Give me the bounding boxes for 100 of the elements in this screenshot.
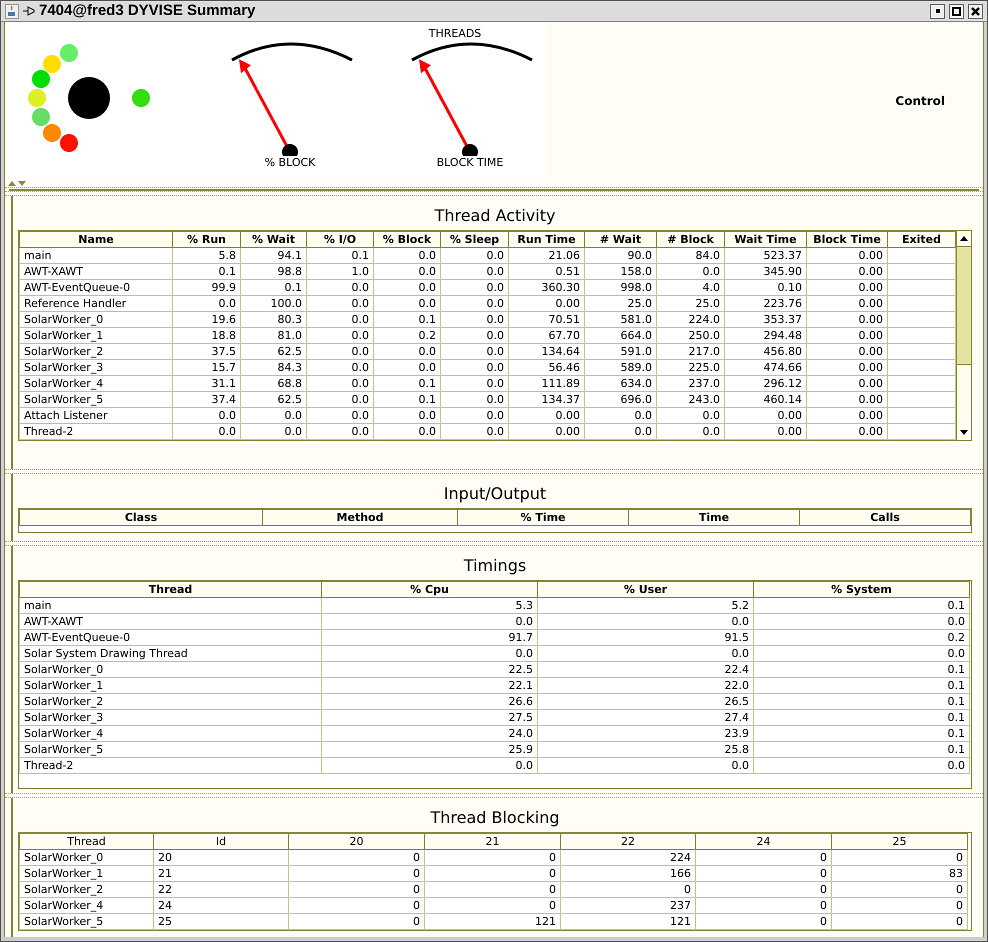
- table-cell: 80.3: [240, 312, 306, 328]
- column-header[interactable]: % Cpu: [322, 582, 538, 598]
- column-header[interactable]: # Wait: [584, 232, 656, 248]
- table-cell: 0: [832, 882, 968, 898]
- table-cell: 111.89: [508, 376, 584, 392]
- table-cell: SolarWorker_1: [20, 328, 172, 344]
- column-header[interactable]: 24: [696, 834, 832, 850]
- table-cell: main: [20, 598, 322, 614]
- table-cell: SolarWorker_4: [20, 898, 154, 914]
- column-header[interactable]: Method: [262, 510, 458, 526]
- scroll-down-icon[interactable]: [960, 430, 968, 435]
- table-cell: 0: [424, 850, 560, 866]
- table-cell: 134.37: [508, 392, 584, 408]
- table-cell: 0.0: [538, 614, 754, 630]
- table-cell: 22: [154, 882, 288, 898]
- column-header[interactable]: % I/O: [306, 232, 374, 248]
- table-cell: 0.0: [538, 646, 754, 662]
- scrollbar[interactable]: [956, 231, 971, 440]
- table-cell: 0.0: [754, 758, 970, 774]
- table-cell: 21.06: [508, 248, 584, 264]
- table-cell: 223.76: [724, 296, 806, 312]
- maximize-icon[interactable]: [949, 4, 964, 18]
- table-cell: 0.00: [806, 392, 888, 408]
- table-cell: 0.00: [806, 376, 888, 392]
- table-cell: 0.0: [584, 424, 656, 440]
- table-cell: 24.0: [322, 726, 538, 742]
- column-header[interactable]: % User: [538, 582, 754, 598]
- table-cell: 0.0: [322, 614, 538, 630]
- table-cell: 67.70: [508, 328, 584, 344]
- table-cell: 237: [560, 898, 696, 914]
- gauges-title: THREADS: [428, 27, 482, 40]
- table-cell: 0.0: [656, 264, 724, 280]
- table-cell: 0.0: [306, 312, 374, 328]
- table-cell: 0.0: [440, 280, 508, 296]
- column-header[interactable]: 22: [560, 834, 696, 850]
- column-header[interactable]: 20: [288, 834, 424, 850]
- column-header[interactable]: Run Time: [508, 232, 584, 248]
- table-cell: 0.00: [724, 424, 806, 440]
- table-cell: 0.0: [240, 424, 306, 440]
- table-cell: 0.1: [754, 710, 970, 726]
- table-cell: 0.00: [806, 328, 888, 344]
- table-cell: 37.4: [172, 392, 240, 408]
- column-header[interactable]: Thread: [20, 834, 154, 850]
- table-cell: 99.9: [172, 280, 240, 296]
- table-cell: 0.0: [440, 424, 508, 440]
- table-cell: AWT-EventQueue-0: [20, 630, 322, 646]
- table-cell: 0.1: [374, 312, 440, 328]
- table-cell: 25.0: [584, 296, 656, 312]
- column-header[interactable]: % Wait: [240, 232, 306, 248]
- table-cell: 24: [154, 898, 288, 914]
- table-cell: [888, 344, 956, 360]
- column-header[interactable]: 25: [832, 834, 968, 850]
- scroll-up-icon[interactable]: [960, 236, 968, 241]
- column-header[interactable]: # Block: [656, 232, 724, 248]
- table-cell: 22.0: [538, 678, 754, 694]
- column-header[interactable]: 21: [424, 834, 560, 850]
- close-icon[interactable]: [968, 4, 983, 18]
- column-header[interactable]: % Block: [374, 232, 440, 248]
- column-header[interactable]: Class: [20, 510, 262, 526]
- table-cell: Attach Listener: [20, 408, 172, 424]
- table-cell: 0.1: [374, 392, 440, 408]
- table-cell: 5.3: [322, 598, 538, 614]
- table-cell: 37.5: [172, 344, 240, 360]
- column-header[interactable]: % Run: [172, 232, 240, 248]
- table-cell: 0.0: [374, 408, 440, 424]
- table-cell: 0.0: [440, 408, 508, 424]
- gauge-label: BLOCK TIME: [436, 156, 504, 169]
- column-header[interactable]: Wait Time: [724, 232, 806, 248]
- column-header[interactable]: Block Time: [806, 232, 888, 248]
- column-header[interactable]: Name: [20, 232, 172, 248]
- table-cell: 0.1: [240, 280, 306, 296]
- table-cell: 62.5: [240, 392, 306, 408]
- table-cell: 0: [832, 914, 968, 930]
- column-header[interactable]: Thread: [20, 582, 322, 598]
- table-cell: Thread-2: [20, 424, 172, 440]
- column-header[interactable]: Time: [628, 510, 800, 526]
- table-cell: AWT-XAWT: [20, 614, 322, 630]
- table-cell: 998.0: [584, 280, 656, 296]
- table-cell: 27.5: [322, 710, 538, 726]
- column-header[interactable]: % System: [754, 582, 970, 598]
- table-cell: 0.0: [440, 248, 508, 264]
- table-cell: 0.00: [806, 424, 888, 440]
- table-cell: 0.1: [306, 248, 374, 264]
- table-cell: 0.0: [306, 424, 374, 440]
- section-title: Thread Activity: [434, 206, 556, 226]
- table-cell: 5.8: [172, 248, 240, 264]
- table-cell: 0: [424, 882, 560, 898]
- table-cell: 0.0: [306, 408, 374, 424]
- column-header[interactable]: % Time: [458, 510, 628, 526]
- table-cell: 0: [696, 898, 832, 914]
- column-header[interactable]: % Sleep: [440, 232, 508, 248]
- column-header[interactable]: Calls: [800, 510, 970, 526]
- table-cell: 0.0: [306, 360, 374, 376]
- table-cell: 456.80: [724, 344, 806, 360]
- column-header[interactable]: Id: [154, 834, 288, 850]
- table-cell: 5.2: [538, 598, 754, 614]
- minimize-icon[interactable]: [930, 4, 945, 18]
- table-cell: 0: [696, 866, 832, 882]
- table-cell: SolarWorker_1: [20, 866, 154, 882]
- column-header[interactable]: Exited: [888, 232, 956, 248]
